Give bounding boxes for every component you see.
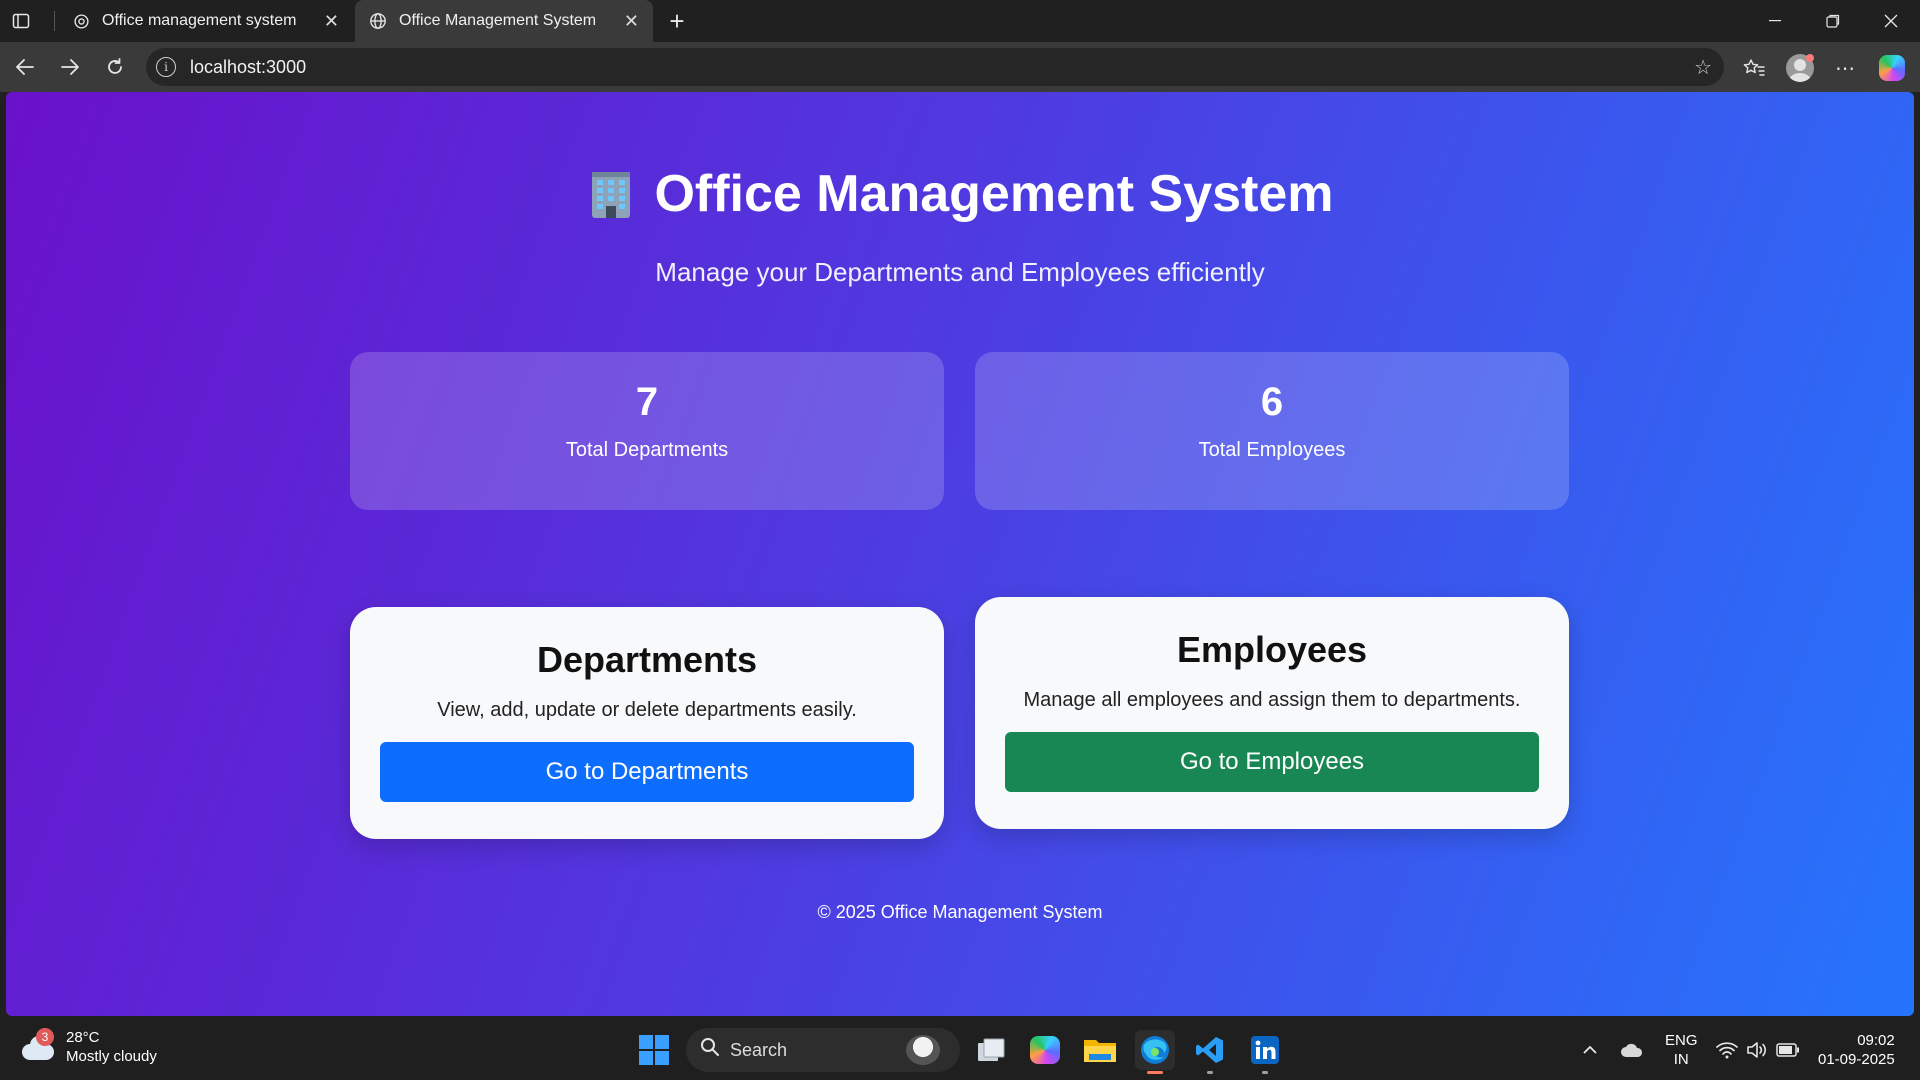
linkedin-icon[interactable] [1245,1030,1285,1074]
running-app-indicator [1262,1071,1268,1074]
taskbar-search[interactable]: Search [686,1028,960,1072]
restore-icon[interactable] [1804,0,1862,42]
tab-actions-icon[interactable] [0,0,42,42]
tab-title: Office management system [102,12,297,29]
active-app-indicator [1147,1071,1163,1074]
minimize-icon[interactable] [1746,0,1804,42]
weather-widget[interactable]: 3 28°C Mostly cloudy [20,1028,157,1066]
favorite-star-icon[interactable]: ☆ [1694,55,1712,80]
copilot-icon[interactable] [1876,52,1908,84]
refresh-icon[interactable] [100,52,130,82]
openai-icon [72,12,90,30]
url-text[interactable]: localhost:3000 [190,57,306,78]
weather-temp: 28°C [66,1029,100,1046]
vscode-icon[interactable] [1190,1030,1230,1074]
employees-card: Employees Manage all employees and assig… [975,597,1569,829]
back-arrow-icon[interactable] [10,52,40,82]
search-icon [700,1037,720,1063]
forward-arrow-icon[interactable] [55,52,85,82]
browser-toolbar: i localhost:3000 ☆ ⋯ [0,42,1920,92]
tab-separator [54,11,55,31]
card-description: View, add, update or delete departments … [437,699,857,721]
language-indicator[interactable]: ENG IN [1665,1020,1698,1080]
stat-card-employees: 6 Total Employees [975,352,1569,510]
edge-browser-icon[interactable] [1135,1030,1175,1074]
show-hidden-icons[interactable] [1582,1020,1598,1080]
close-window-icon[interactable] [1862,0,1920,42]
language-line1: ENG [1665,1032,1698,1049]
windows-taskbar: 3 28°C Mostly cloudy Search ENG IN 09:02… [0,1020,1920,1080]
page-title-text: Office Management System [654,165,1334,223]
clock[interactable]: 09:02 01-09-2025 [1818,1020,1895,1080]
clock-date: 01-09-2025 [1818,1051,1895,1068]
page-subtitle: Manage your Departments and Employees ef… [655,257,1265,287]
page-viewport: Office Management System Manage your Dep… [6,92,1914,1016]
office-building-icon [586,168,636,220]
close-tab-icon[interactable]: ✕ [624,11,639,32]
go-to-employees-button[interactable]: Go to Employees [1005,732,1539,792]
task-view-icon[interactable] [971,1030,1011,1070]
card-heading: Employees [1176,629,1368,670]
departments-card: Departments View, add, update or delete … [350,607,944,839]
search-label: Search [730,1039,788,1060]
weather-badge: 3 [36,1028,54,1046]
language-line2: IN [1673,1051,1689,1068]
close-tab-icon[interactable]: ✕ [324,11,339,32]
file-explorer-icon[interactable] [1080,1030,1120,1070]
card-heading: Departments [536,639,758,680]
globe-icon [369,12,387,30]
clock-time: 09:02 [1857,1032,1895,1049]
page-title: Office Management System [6,164,1914,224]
browser-titlebar: Office management system ✕ Office Manage… [0,0,1920,42]
copilot-app-icon[interactable] [1025,1030,1065,1070]
tab-title: Office Management System [399,12,597,29]
favorites-icon[interactable] [1738,52,1770,84]
profile-avatar[interactable] [1784,52,1816,84]
volume-icon[interactable] [1746,1020,1768,1080]
go-to-departments-button[interactable]: Go to Departments [380,742,914,802]
address-bar[interactable]: i localhost:3000 ☆ [146,48,1724,86]
weather-condition: Mostly cloudy [66,1048,157,1065]
running-app-indicator [1207,1071,1213,1074]
stat-card-departments: 7 Total Departments [350,352,944,510]
wifi-icon[interactable] [1716,1020,1738,1080]
more-options-icon[interactable]: ⋯ [1829,52,1861,84]
card-description: Manage all employees and assign them to … [1023,689,1521,711]
onedrive-cloud-icon[interactable] [1620,1020,1644,1080]
stat-value: 6 [1260,380,1284,424]
battery-icon[interactable] [1776,1020,1800,1080]
windows-start-icon[interactable] [634,1030,674,1070]
page-footer: © 2025 Office Management System [817,902,1103,922]
stat-label: Total Departments [565,439,729,461]
new-tab-button[interactable]: + [662,6,692,36]
search-highlight-icon [906,1035,940,1065]
stat-value: 7 [635,380,659,424]
tab-office-management-1[interactable]: Office management system ✕ [58,0,353,42]
stat-label: Total Employees [1198,439,1346,461]
notification-dot [1806,54,1814,62]
tab-office-management-2[interactable]: Office Management System ✕ [355,0,653,42]
site-info-icon[interactable]: i [156,57,176,77]
cloudy-weather-icon: 3 [20,1028,56,1062]
